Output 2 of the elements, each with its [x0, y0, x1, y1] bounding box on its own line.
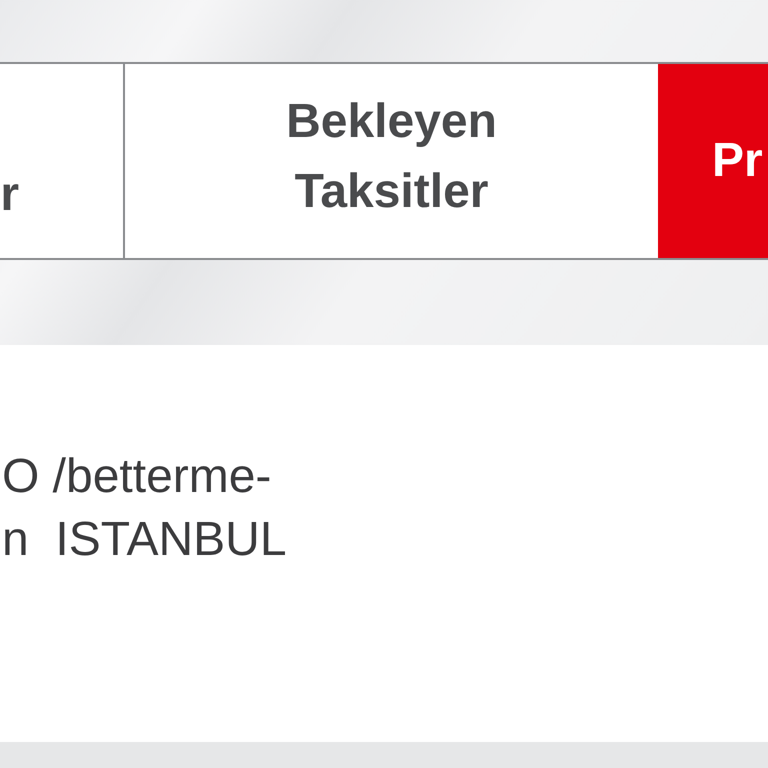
address-text: O /betterme- n ISTANBUL: [2, 449, 288, 568]
tab[interactable]: Pr: [658, 64, 768, 258]
